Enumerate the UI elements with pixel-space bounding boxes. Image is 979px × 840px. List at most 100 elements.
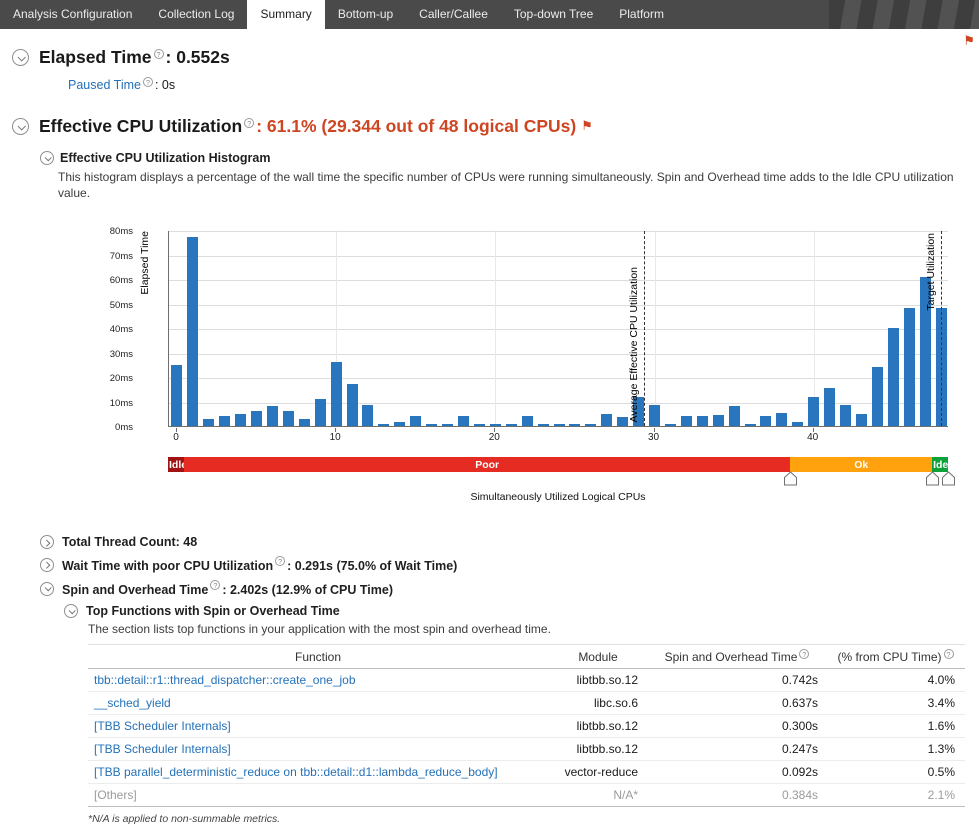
histogram-bar bbox=[792, 422, 803, 426]
histogram-bar bbox=[506, 424, 517, 426]
metric-spin-overhead-time: Spin and Overhead Time: 2.402s (12.9% of… bbox=[40, 580, 979, 597]
help-icon[interactable] bbox=[143, 77, 153, 87]
help-icon[interactable] bbox=[275, 556, 285, 566]
histogram-bar bbox=[315, 399, 326, 426]
histogram-bar bbox=[426, 424, 437, 426]
help-icon[interactable] bbox=[944, 649, 954, 659]
utilization-threshold-slider[interactable] bbox=[926, 471, 939, 489]
cpu-utilization-histogram: 0ms10ms20ms30ms40ms50ms60ms70ms80ms Elap… bbox=[103, 231, 948, 511]
metric-wait-time: Wait Time with poor CPU Utilization: 0.2… bbox=[40, 556, 979, 573]
histogram-bar bbox=[729, 406, 740, 426]
histogram-bar bbox=[331, 362, 342, 426]
help-icon[interactable] bbox=[210, 580, 220, 590]
module-cell: libtbb.so.12 bbox=[548, 669, 648, 692]
histogram-bar bbox=[362, 405, 373, 426]
paused-time-link[interactable]: Paused Time bbox=[68, 78, 141, 92]
function-cell: [TBB Scheduler Internals] bbox=[88, 738, 548, 761]
module-cell: vector-reduce bbox=[548, 761, 648, 784]
histogram-description: This histogram displays a percentage of … bbox=[58, 169, 966, 201]
collapse-icon-elapsed-time[interactable] bbox=[12, 49, 29, 66]
help-icon[interactable] bbox=[799, 649, 809, 659]
utilization-threshold-slider[interactable] bbox=[784, 471, 797, 489]
collapse-icon-wait-time[interactable] bbox=[40, 558, 54, 572]
histogram-bar bbox=[601, 414, 612, 426]
collapse-icon-top-functions[interactable] bbox=[64, 604, 78, 618]
histogram-bar bbox=[697, 416, 708, 426]
table-row: __sched_yieldlibc.so.60.637s3.4% bbox=[88, 692, 965, 715]
paused-time-value: : 0s bbox=[155, 78, 175, 92]
module-cell: libtbb.so.12 bbox=[548, 715, 648, 738]
utilization-band-idle: Idle bbox=[168, 457, 184, 472]
tab-analysis-configuration[interactable]: Analysis Configuration bbox=[0, 0, 145, 29]
table-footnote: *N/A is applied to non-summable metrics. bbox=[88, 813, 979, 825]
histogram-bar bbox=[713, 415, 724, 426]
histogram-bar bbox=[745, 424, 756, 426]
annotation-line bbox=[644, 231, 645, 426]
histogram-bar bbox=[760, 416, 771, 426]
histogram-bar bbox=[203, 419, 214, 426]
function-cell: [Others] bbox=[88, 784, 548, 807]
histogram-title: Effective CPU Utilization Histogram bbox=[60, 151, 270, 165]
function-cell: tbb::detail::r1::thread_dispatcher::crea… bbox=[88, 669, 548, 692]
histogram-bar bbox=[394, 422, 405, 426]
utilization-threshold-slider[interactable] bbox=[942, 471, 955, 489]
histogram-bar bbox=[554, 424, 565, 426]
collapse-icon-cpu-utilization[interactable] bbox=[12, 118, 29, 135]
collapse-icon-histogram[interactable] bbox=[40, 151, 54, 165]
tab-top-down-tree[interactable]: Top-down Tree bbox=[501, 0, 606, 29]
function-link[interactable]: [TBB parallel_deterministic_reduce on tb… bbox=[94, 765, 498, 779]
annotation-label: Target Utilization bbox=[925, 233, 938, 311]
top-functions-title: Top Functions with Spin or Overhead Time bbox=[86, 604, 340, 618]
top-functions-table: Function Module Spin and Overhead Time (… bbox=[88, 644, 965, 807]
module-cell: libc.so.6 bbox=[548, 692, 648, 715]
function-link[interactable]: tbb::detail::r1::thread_dispatcher::crea… bbox=[94, 673, 356, 687]
collapse-icon-spin-overhead[interactable] bbox=[40, 582, 54, 596]
pct-cpu-cell: 1.3% bbox=[828, 738, 965, 761]
pct-cpu-cell: 2.1% bbox=[828, 784, 965, 807]
elapsed-time-section: Elapsed Time: 0.552s Paused Time: 0s bbox=[0, 47, 979, 92]
top-functions-header: Top Functions with Spin or Overhead Time bbox=[64, 604, 979, 618]
tab-caller-callee[interactable]: Caller/Callee bbox=[406, 0, 501, 29]
help-icon[interactable] bbox=[154, 49, 164, 59]
histogram-bar bbox=[856, 414, 867, 426]
metric-value: : 0.291s (75.0% of Wait Time) bbox=[287, 559, 457, 573]
histogram-bar bbox=[840, 405, 851, 426]
function-link[interactable]: __sched_yield bbox=[94, 696, 171, 710]
spin-time-cell: 0.637s bbox=[648, 692, 828, 715]
table-row: [Others]N/A*0.384s2.1% bbox=[88, 784, 965, 807]
histogram-bar bbox=[187, 237, 198, 426]
column-header-module: Module bbox=[548, 645, 648, 669]
x-axis-label: Simultaneously Utilized Logical CPUs bbox=[168, 491, 948, 503]
function-cell: [TBB parallel_deterministic_reduce on tb… bbox=[88, 761, 548, 784]
table-row: [TBB Scheduler Internals] libtbb.so.120.3… bbox=[88, 715, 965, 738]
tab-bottom-up[interactable]: Bottom-up bbox=[325, 0, 406, 29]
function-cell: [TBB Scheduler Internals] bbox=[88, 715, 548, 738]
histogram-bar bbox=[219, 416, 230, 426]
spin-time-cell: 0.300s bbox=[648, 715, 828, 738]
help-icon[interactable] bbox=[244, 118, 254, 128]
tab-summary[interactable]: Summary bbox=[247, 0, 324, 29]
collapse-icon-total-thread-count[interactable] bbox=[40, 535, 54, 549]
module-cell: libtbb.so.12 bbox=[548, 738, 648, 761]
tab-collection-log[interactable]: Collection Log bbox=[145, 0, 247, 29]
spin-time-cell: 0.092s bbox=[648, 761, 828, 784]
top-functions-description: The section lists top functions in your … bbox=[88, 622, 979, 636]
histogram-bar bbox=[474, 424, 485, 426]
histogram-bar bbox=[904, 308, 915, 426]
y-axis-label: Elapsed Time bbox=[139, 231, 151, 295]
metric-label: Total Thread Count: 48 bbox=[62, 535, 197, 549]
metric-total-thread-count: Total Thread Count: 48 bbox=[40, 535, 979, 549]
histogram-bar bbox=[251, 411, 262, 426]
function-name: [Others] bbox=[94, 788, 137, 802]
histogram-bar bbox=[235, 414, 246, 426]
column-header-spin-time: Spin and Overhead Time bbox=[648, 645, 828, 669]
utilization-sliders bbox=[168, 471, 948, 487]
function-link[interactable]: [TBB Scheduler Internals] bbox=[94, 742, 231, 756]
pct-cpu-cell: 0.5% bbox=[828, 761, 965, 784]
function-link[interactable]: [TBB Scheduler Internals] bbox=[94, 719, 231, 733]
metric-value: : 48 bbox=[176, 535, 198, 549]
spin-time-cell: 0.384s bbox=[648, 784, 828, 807]
cpu-utilization-section: Effective CPU Utilization: 61.1% (29.344… bbox=[0, 116, 979, 825]
spin-time-cell: 0.247s bbox=[648, 738, 828, 761]
tab-platform[interactable]: Platform bbox=[606, 0, 677, 29]
